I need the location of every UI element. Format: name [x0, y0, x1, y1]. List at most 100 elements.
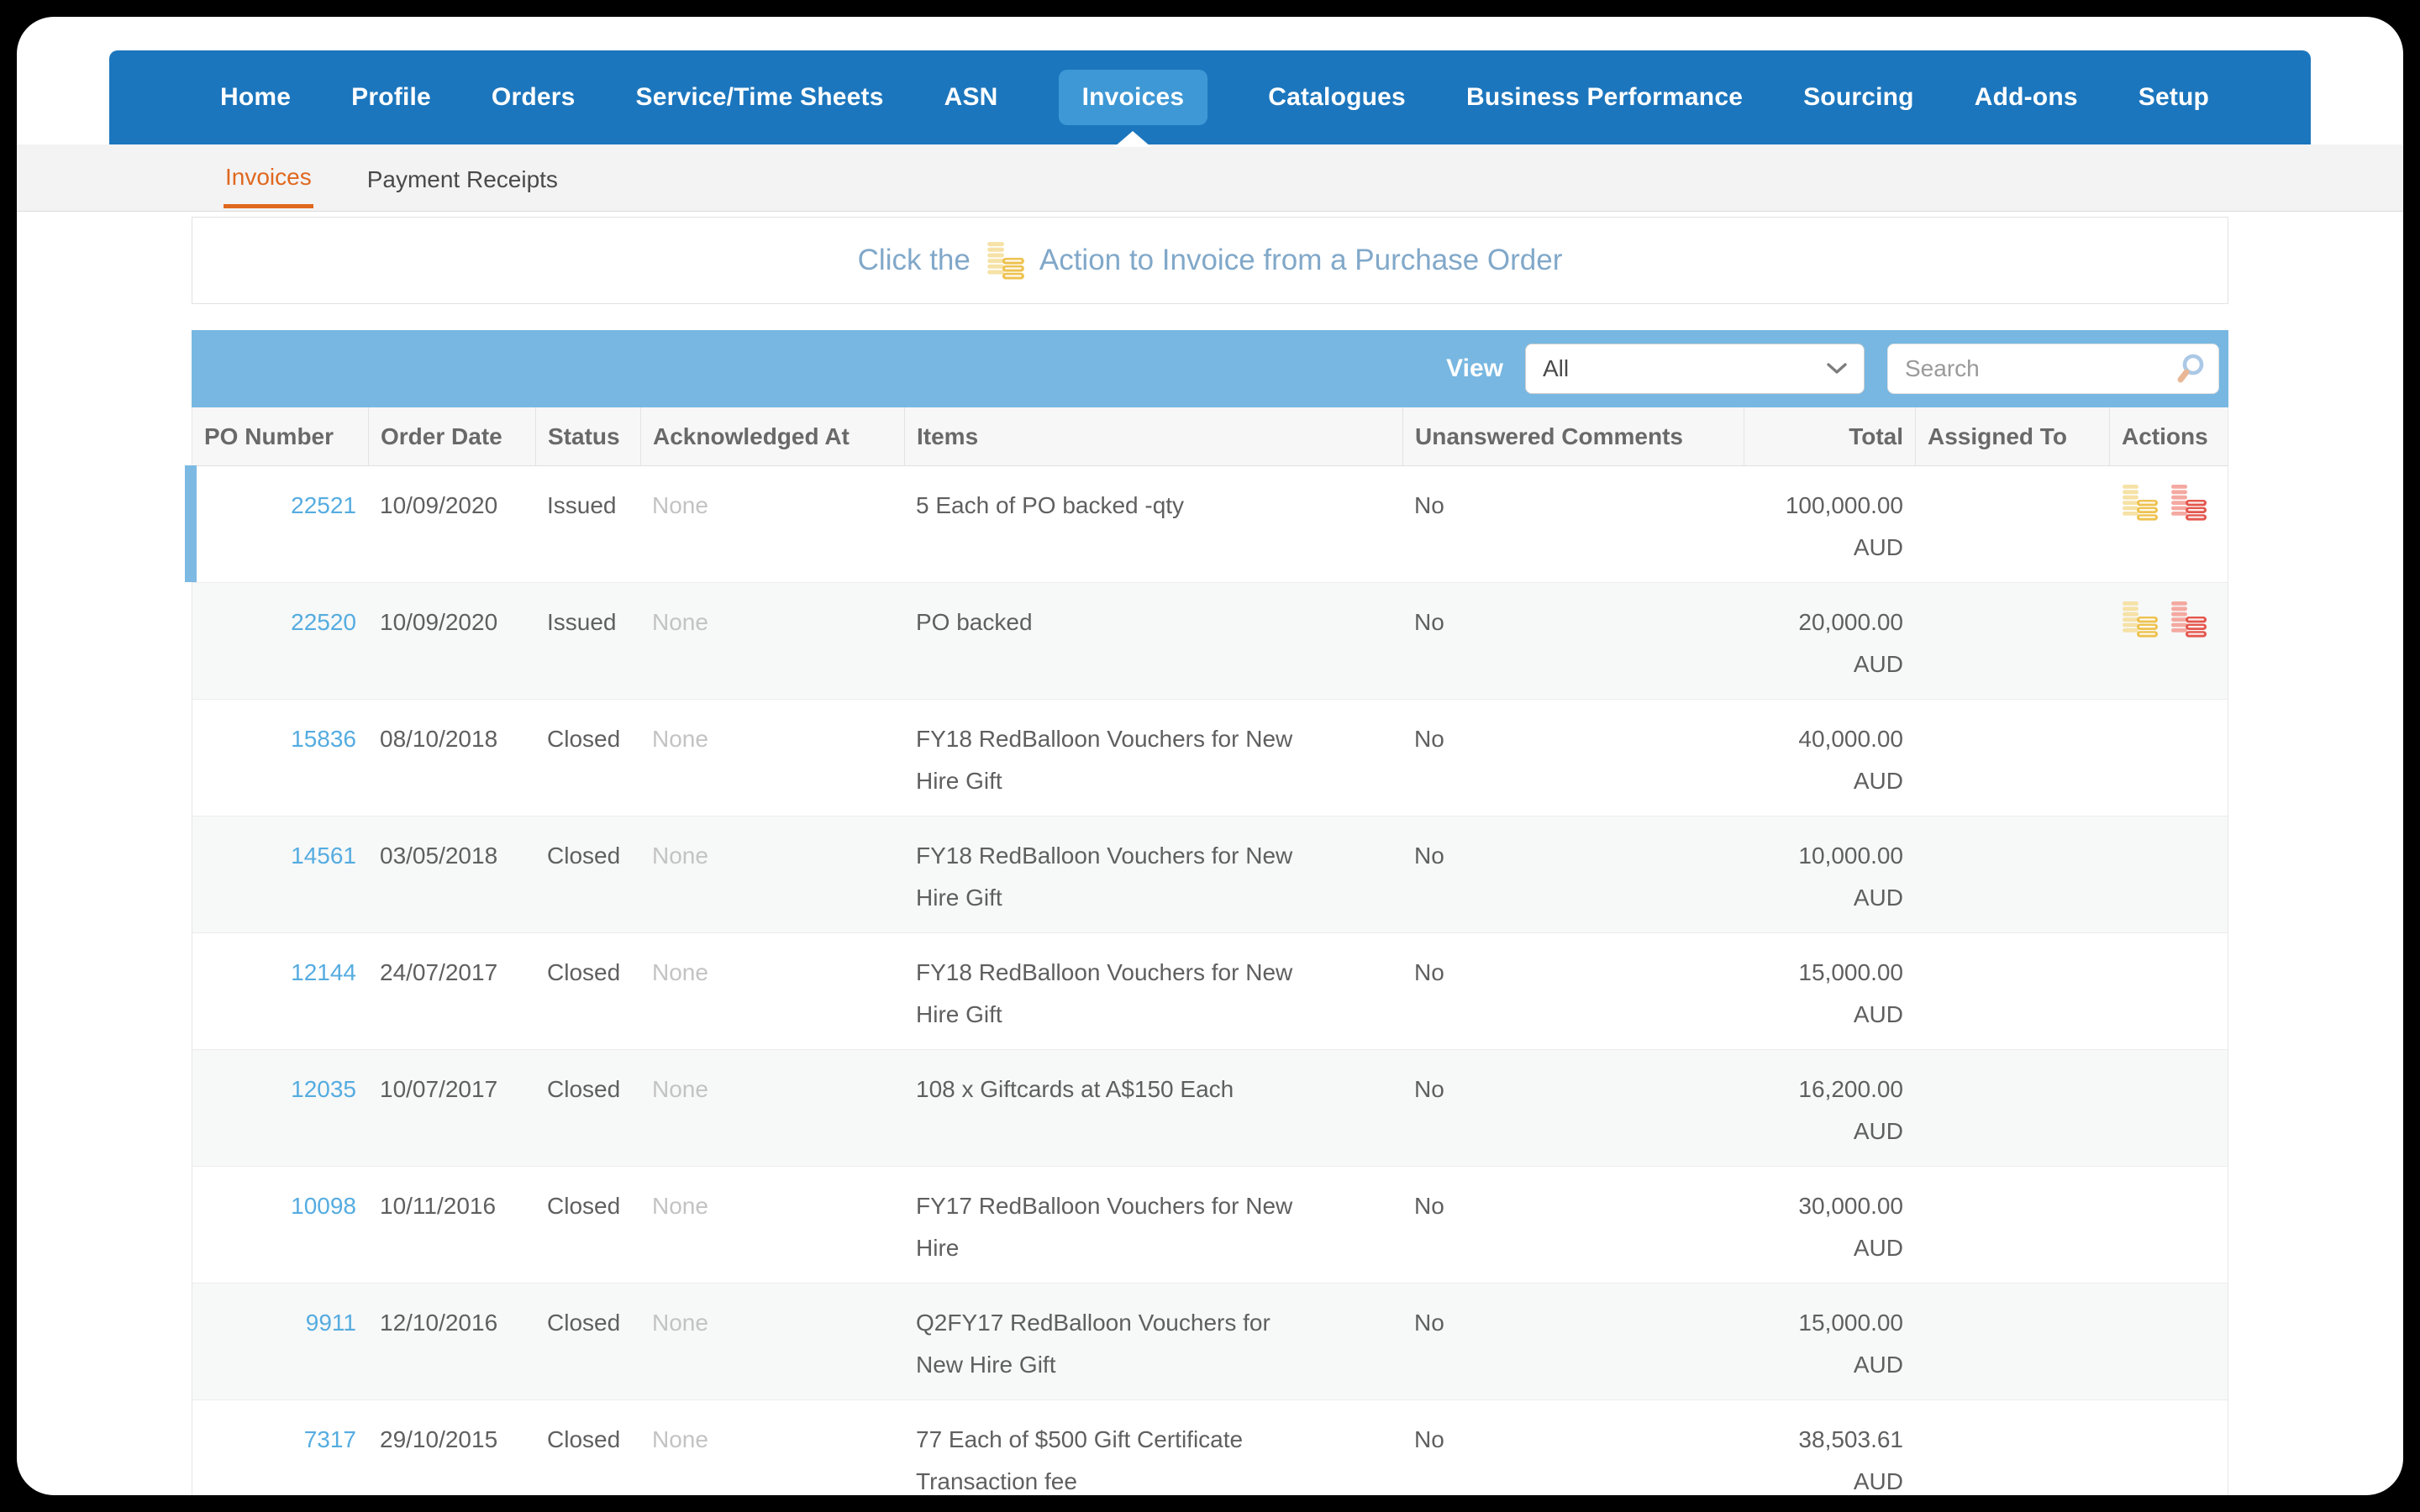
items-cell: FY18 RedBalloon Vouchers for New Hire Gi… — [916, 959, 1293, 1027]
actions-cell — [2109, 1050, 2229, 1166]
create-invoice-gold-coins-icon[interactable] — [2119, 600, 2160, 638]
po-number-link[interactable]: 10098 — [204, 1185, 356, 1227]
po-number-cell: 22521 — [192, 466, 368, 582]
assigned-to-cell — [1915, 933, 2109, 1049]
create-invoice-gold-coins-icon[interactable] — [2119, 483, 2160, 522]
status-cell: Closed — [547, 1076, 621, 1102]
actions-cell — [2109, 1400, 2229, 1495]
po-number-link[interactable]: 12035 — [204, 1068, 356, 1110]
unanswered-comments-cell: No — [1414, 1076, 1444, 1102]
order-date-cell: 12/10/2016 — [380, 1310, 498, 1336]
nav-item-setup[interactable]: Setup — [2139, 83, 2209, 112]
gold-coins-icon: .c-light{fill:#f6e2a6} .c-dark{fill:#eec… — [987, 242, 1024, 280]
col-header-unanswered-comments[interactable]: Unanswered Comments — [1402, 407, 1744, 465]
order-date-cell: 10/07/2017 — [380, 1076, 498, 1102]
assigned-to-cell — [1915, 1400, 2109, 1495]
col-header-order-date[interactable]: Order Date — [368, 407, 535, 465]
assigned-to-cell — [1915, 1050, 2109, 1166]
po-number-cell: 9911 — [192, 1284, 368, 1399]
total-cell: 15,000.00 AUD — [1798, 1310, 1903, 1378]
app-window: Home Profile Orders Service/Time Sheets … — [17, 17, 2403, 1495]
acknowledged-at-cell: None — [652, 1193, 708, 1219]
nav-item-business-performance[interactable]: Business Performance — [1466, 83, 1743, 112]
unanswered-comments-cell: No — [1414, 843, 1444, 869]
nav-item-sourcing[interactable]: Sourcing — [1803, 83, 1914, 112]
table-row: 14561 03/05/2018 Closed None FY18 RedBal… — [192, 816, 2228, 932]
search-box — [1887, 344, 2219, 394]
col-header-acknowledged-at[interactable]: Acknowledged At — [640, 407, 904, 465]
nav-item-home[interactable]: Home — [220, 83, 291, 112]
total-cell: 10,000.00 AUD — [1798, 843, 1903, 911]
unanswered-comments-cell: No — [1414, 1310, 1444, 1336]
po-number-cell: 14561 — [192, 816, 368, 932]
nav-item-profile[interactable]: Profile — [351, 83, 431, 112]
page-content: Click the .c-light{fill:#f6e2a6} .c-dark… — [17, 212, 2403, 1495]
acknowledged-at-cell: None — [652, 1426, 708, 1452]
assigned-to-cell — [1915, 700, 2109, 816]
po-number-link[interactable]: 7317 — [204, 1419, 356, 1461]
main-nav: Home Profile Orders Service/Time Sheets … — [109, 50, 2311, 144]
po-number-link[interactable]: 14561 — [204, 835, 356, 877]
table-toolbar: View All — [192, 330, 2228, 407]
table-row: 10098 10/11/2016 Closed None FY17 RedBal… — [192, 1166, 2228, 1283]
table-row: 12144 24/07/2017 Closed None FY18 RedBal… — [192, 932, 2228, 1049]
items-cell: FY17 RedBalloon Vouchers for New Hire — [916, 1193, 1293, 1261]
col-header-po-number[interactable]: PO Number — [192, 407, 368, 465]
nav-item-catalogues[interactable]: Catalogues — [1268, 83, 1406, 112]
sub-nav: Invoices Payment Receipts — [17, 144, 2403, 212]
table-row: 7317 29/10/2015 Closed None 77 Each of $… — [192, 1399, 2228, 1495]
unanswered-comments-cell: No — [1414, 609, 1444, 635]
col-header-actions: Actions — [2109, 407, 2229, 465]
nav-item-invoices[interactable]: Invoices — [1058, 70, 1208, 125]
acknowledged-at-cell: None — [652, 959, 708, 985]
col-header-items[interactable]: Items — [904, 407, 1402, 465]
view-dropdown[interactable]: All — [1525, 344, 1865, 394]
total-cell: 20,000.00 AUD — [1798, 609, 1903, 677]
po-number-link[interactable]: 12144 — [204, 952, 356, 994]
create-credit-note-red-coins-icon[interactable] — [2168, 483, 2208, 522]
status-cell: Closed — [547, 959, 621, 985]
table-row: 15836 08/10/2018 Closed None FY18 RedBal… — [192, 699, 2228, 816]
create-credit-note-red-coins-icon[interactable] — [2168, 600, 2208, 638]
nav-item-orders[interactable]: Orders — [492, 83, 576, 112]
po-number-cell: 7317 — [192, 1400, 368, 1495]
nav-item-service-time-sheets[interactable]: Service/Time Sheets — [636, 83, 884, 112]
po-number-link[interactable]: 15836 — [204, 718, 356, 760]
unanswered-comments-cell: No — [1414, 726, 1444, 752]
assigned-to-cell — [1915, 1284, 2109, 1399]
search-input[interactable] — [1905, 355, 2175, 382]
order-date-cell: 24/07/2017 — [380, 959, 498, 985]
col-header-assigned-to[interactable]: Assigned To — [1915, 407, 2109, 465]
nav-item-asn[interactable]: ASN — [944, 83, 998, 112]
search-icon[interactable] — [2175, 353, 2207, 385]
status-cell: Closed — [547, 1193, 621, 1219]
po-number-cell: 12144 — [192, 933, 368, 1049]
po-number-link[interactable]: 22520 — [204, 601, 356, 643]
nav-item-add-ons[interactable]: Add-ons — [1975, 83, 2078, 112]
table-header: PO Number Order Date Status Acknowledged… — [192, 407, 2228, 466]
invoice-hint-banner: Click the .c-light{fill:#f6e2a6} .c-dark… — [192, 217, 2228, 304]
status-cell: Closed — [547, 1426, 621, 1452]
po-number-cell: 22520 — [192, 583, 368, 699]
total-cell: 15,000.00 AUD — [1798, 959, 1903, 1027]
chevron-down-icon — [1827, 363, 1847, 374]
col-header-total[interactable]: Total — [1744, 407, 1915, 465]
acknowledged-at-cell: None — [652, 1310, 708, 1336]
table-row: 22521 10/09/2020 Issued None 5 Each of P… — [185, 465, 2228, 582]
tab-invoices[interactable]: Invoices — [224, 147, 313, 208]
assigned-to-cell — [1915, 583, 2109, 699]
status-cell: Closed — [547, 726, 621, 752]
status-cell: Closed — [547, 843, 621, 869]
acknowledged-at-cell: None — [652, 492, 708, 518]
po-number-link[interactable]: 9911 — [204, 1302, 356, 1344]
unanswered-comments-cell: No — [1414, 492, 1444, 518]
col-header-status[interactable]: Status — [535, 407, 640, 465]
status-cell: Closed — [547, 1310, 621, 1336]
po-number-link[interactable]: 22521 — [204, 485, 356, 527]
items-cell: 108 x Giftcards at A$150 Each — [916, 1076, 1234, 1102]
acknowledged-at-cell: None — [652, 1076, 708, 1102]
po-number-cell: 10098 — [192, 1167, 368, 1283]
items-cell: FY18 RedBalloon Vouchers for New Hire Gi… — [916, 726, 1293, 794]
tab-payment-receipts[interactable]: Payment Receipts — [366, 150, 560, 207]
actions-cell — [2109, 1167, 2229, 1283]
